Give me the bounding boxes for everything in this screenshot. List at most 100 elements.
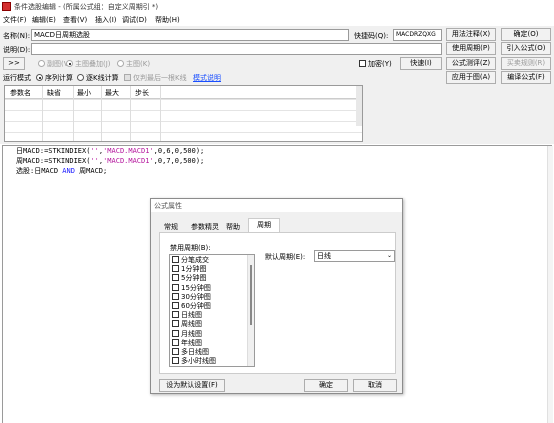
run-mode-perbar[interactable]: 逐K线计算 — [77, 73, 119, 83]
period-label: 月线图 — [181, 329, 202, 338]
tab-help[interactable]: 帮助 — [226, 222, 240, 232]
desc-input[interactable] — [31, 43, 442, 55]
run-mode-label: 运行模式 — [3, 74, 31, 82]
menu-help[interactable]: 帮助(H) — [155, 15, 180, 25]
formula-properties-dialog: 公式属性 常规 参数精灵 帮助 周期 禁用周期(B): 分笔成交 1分钟图 5分钟图… — [150, 198, 403, 394]
last-bar-checkbox[interactable]: 仅判最后一根K线 — [124, 73, 187, 83]
param-header-min: 最小 — [77, 89, 91, 97]
name-input[interactable]: MACD日周期选股 — [31, 29, 349, 41]
period-checkbox[interactable] — [172, 329, 179, 337]
list-item[interactable]: 30分钟图 — [172, 292, 211, 302]
apply-chart-button[interactable]: 应用于图(A) — [446, 71, 496, 84]
code-input[interactable]: MACDRZQXG — [393, 29, 442, 41]
draw-mode-overlay[interactable]: 主图叠加(J) — [66, 59, 111, 69]
sub-radio[interactable] — [38, 60, 45, 67]
param-col-lines — [42, 86, 43, 141]
default-period-value: 日线 — [317, 252, 331, 260]
period-checkbox[interactable] — [172, 274, 179, 282]
usage-note-button[interactable]: 用法注释(X) — [446, 28, 496, 41]
period-list[interactable]: 分笔成交 1分钟图 5分钟图 15分钟图 30分钟图 60分钟图 日线图 周线图 月线图 年线图多… — [169, 254, 255, 367]
encrypt-check[interactable] — [359, 60, 366, 67]
list-item[interactable]: 5分钟图 — [172, 274, 206, 283]
code-line-3: 选股:日MACD AND 周MACD; — [16, 167, 108, 175]
period-list-thumb[interactable] — [250, 265, 252, 325]
tab-panel: 禁用周期(B): 分笔成交 1分钟图 5分钟图 15分钟图 30分钟图 60分钟图 日线图周… — [159, 232, 396, 374]
code-line-1: 日MACD:=STKINDIEX('','MACD.MACD1',0,6,0,5… — [16, 147, 205, 155]
param-scrollbar[interactable] — [356, 86, 362, 126]
set-default-button[interactable]: 设为默认设置(F) — [159, 379, 225, 392]
overlay-radio[interactable] — [66, 60, 73, 67]
list-item[interactable]: 年线图 — [172, 338, 202, 348]
dialog-title: 公式属性 — [154, 202, 182, 210]
period-checkbox[interactable] — [172, 265, 179, 273]
list-item[interactable]: 分笔成交 — [172, 256, 209, 265]
menu-file[interactable]: 文件(F) — [3, 15, 27, 25]
series-radio[interactable] — [36, 74, 43, 81]
period-label: 5分钟图 — [181, 274, 207, 283]
draw-mode-main[interactable]: 主图(K) — [117, 59, 150, 69]
last-bar-check[interactable] — [124, 74, 131, 81]
list-item[interactable]: 周线图 — [172, 320, 202, 329]
period-list-scrollbar[interactable] — [247, 255, 254, 366]
menu-edit[interactable]: 编辑(E) — [32, 15, 56, 25]
menu-view[interactable]: 查看(V) — [63, 15, 87, 25]
list-item[interactable]: 多日线图 — [172, 348, 209, 357]
dialog-cancel-button[interactable]: 取消 — [353, 379, 397, 392]
param-header-row: 参数名 缺省 最小 最大 步长 — [5, 86, 362, 99]
quick-button[interactable]: 快速(I) — [400, 57, 442, 70]
tab-period[interactable]: 周期 — [248, 218, 280, 233]
period-checkbox[interactable] — [172, 320, 179, 328]
period-checkbox[interactable] — [172, 311, 179, 319]
use-period-button[interactable]: 使用周期(P) — [446, 42, 496, 55]
main-radio[interactable] — [117, 60, 124, 67]
title-bar: 条件选股编辑 - (所属公式组：自定义周期引 *) — [0, 0, 554, 14]
list-item[interactable]: 1分钟图 — [172, 265, 206, 274]
ok-button[interactable]: 确定(O) — [501, 28, 551, 41]
list-item[interactable]: 月线图 — [172, 329, 202, 339]
period-checkbox[interactable] — [172, 357, 179, 365]
period-label: 分笔成交 — [181, 256, 209, 264]
period-label: 多日线图 — [181, 348, 209, 356]
menu-insert[interactable]: 插入(I) — [95, 15, 117, 25]
run-mode-series[interactable]: 序列计算 — [36, 73, 73, 83]
period-checkbox[interactable] — [172, 338, 179, 346]
encrypt-checkbox[interactable]: 加密(Y) — [359, 59, 392, 69]
period-checkbox[interactable] — [172, 302, 179, 309]
compile-formula-button[interactable]: 编译公式(F) — [501, 71, 551, 84]
list-item[interactable]: 15分钟图 — [172, 283, 211, 293]
param-header-step: 步长 — [135, 89, 149, 97]
param-header-name: 参数名 — [10, 89, 31, 97]
period-checkbox[interactable] — [172, 283, 179, 291]
list-item[interactable]: 多秒线图 — [172, 366, 209, 367]
param-col-lines-3 — [101, 86, 102, 141]
period-checkbox[interactable] — [172, 348, 179, 355]
mode-help-link[interactable]: 模式说明 — [193, 73, 221, 83]
menu-bar: 文件(F) 编辑(E) 查看(V) 插入(I) 调试(D) 帮助(H) — [0, 14, 554, 26]
menu-debug[interactable]: 调试(D) — [122, 15, 147, 25]
window-title: 条件选股编辑 - (所属公式组：自定义周期引 *) — [14, 3, 159, 11]
list-item[interactable]: 60分钟图 — [172, 302, 211, 311]
tab-param-wizard[interactable]: 参数精灵 — [191, 222, 219, 232]
import-formula-button[interactable]: 引入公式(O) — [501, 42, 551, 55]
period-label: 多秒线图 — [181, 366, 209, 367]
default-period-select[interactable]: 日线 ⌄ — [314, 250, 395, 262]
expand-button[interactable]: >> — [3, 57, 25, 70]
editor-vscroll[interactable] — [547, 146, 553, 423]
list-item[interactable]: 多小时线图 — [172, 357, 216, 366]
param-header-default: 缺省 — [47, 89, 61, 97]
period-label: 日线图 — [181, 311, 202, 320]
perbar-label: 逐K线计算 — [86, 74, 119, 82]
tab-general[interactable]: 常规 — [164, 222, 178, 232]
period-checkbox[interactable] — [172, 256, 179, 263]
buy-sell-button[interactable]: 买卖规则(R) — [501, 57, 551, 70]
test-formula-button[interactable]: 公式测评(Z) — [446, 57, 496, 70]
period-checkbox[interactable] — [172, 366, 179, 367]
param-col-lines-4 — [130, 86, 131, 141]
period-label: 1分钟图 — [181, 265, 207, 274]
period-checkbox[interactable] — [172, 292, 179, 300]
default-period-label: 默认周期(E): — [265, 253, 306, 261]
dialog-ok-button[interactable]: 确定 — [304, 379, 348, 392]
param-table: 参数名 缺省 最小 最大 步长 — [4, 85, 363, 142]
list-item[interactable]: 日线图 — [172, 311, 202, 320]
perbar-radio[interactable] — [77, 74, 84, 81]
